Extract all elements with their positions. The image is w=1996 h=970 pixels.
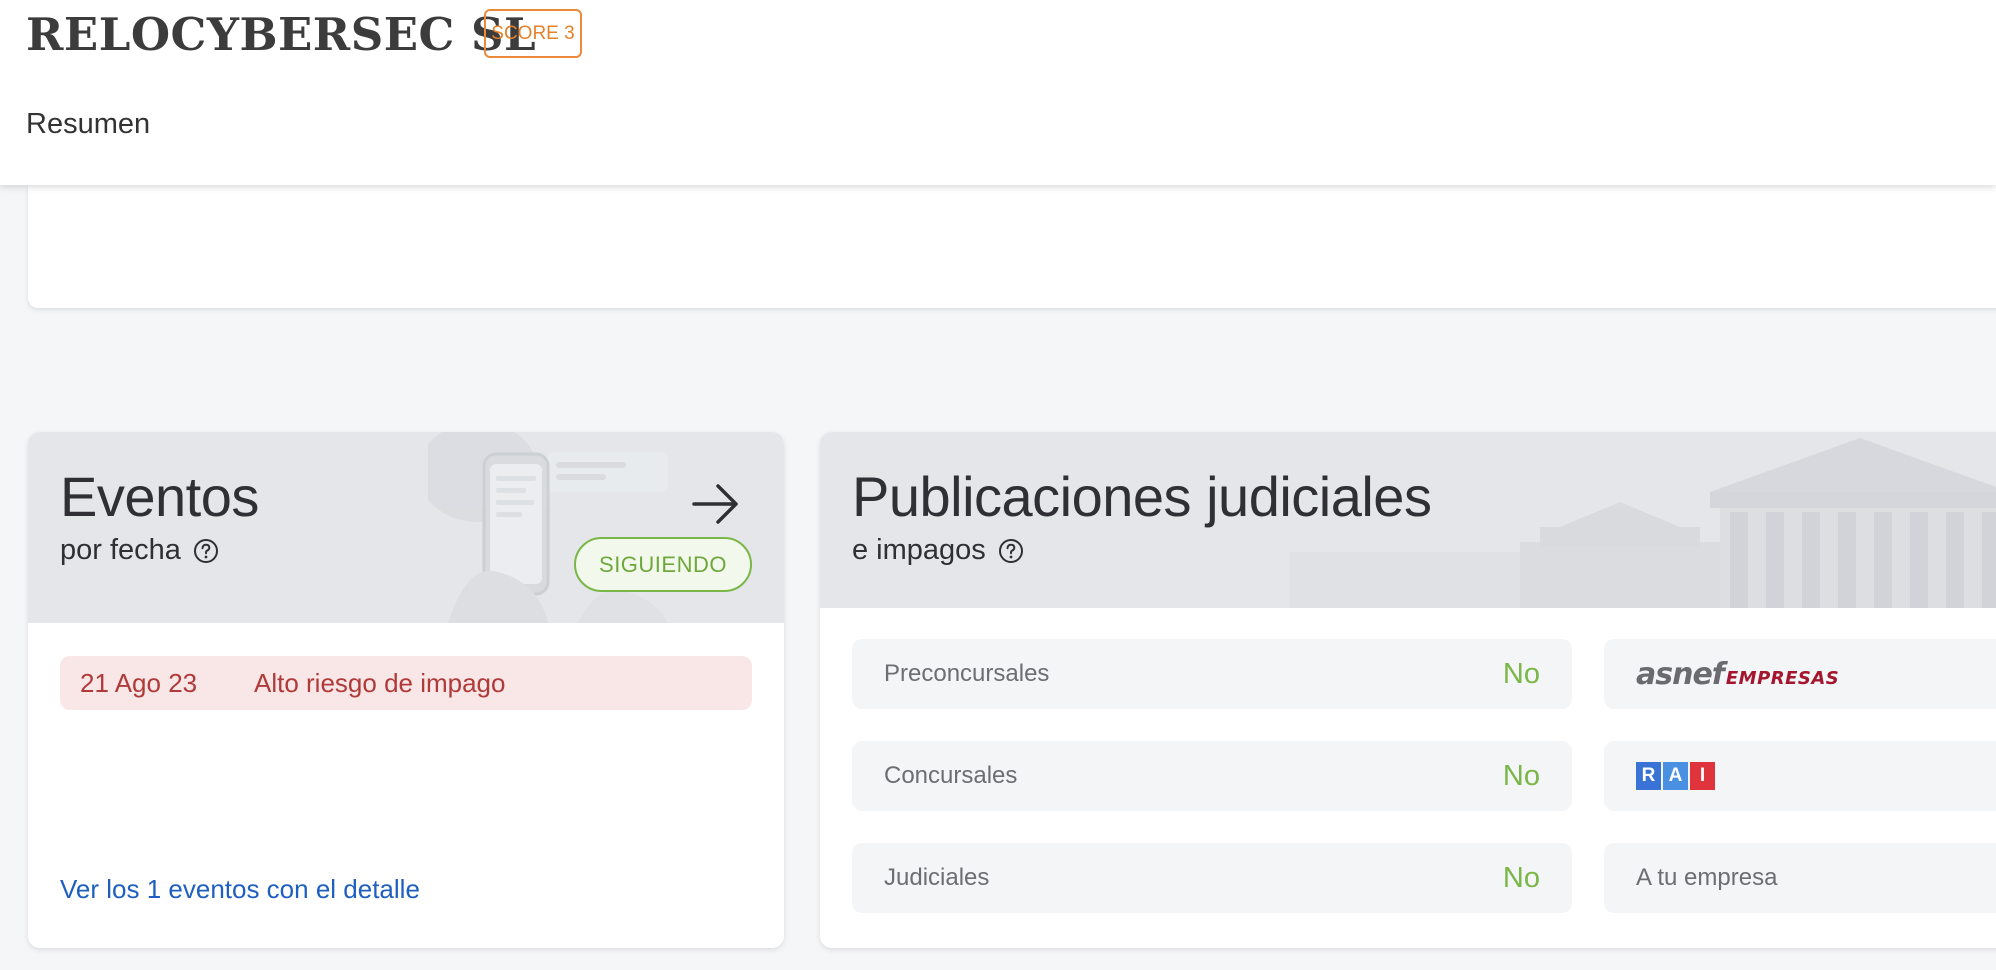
phone-illustration-icon xyxy=(428,432,668,623)
arrow-right-icon[interactable] xyxy=(688,476,744,532)
events-title: Eventos xyxy=(60,465,259,528)
rai-letter-a: A xyxy=(1663,762,1688,790)
company-name: RELOCYBERSEC SL xyxy=(26,8,537,61)
publications-subtitle-row: e impagos xyxy=(852,534,1024,567)
summary-card xyxy=(28,185,1996,308)
concursales-value: No xyxy=(1502,759,1540,792)
rai-row[interactable]: R A I xyxy=(1604,741,1996,811)
asnef-logo: asnef EMPRESAS xyxy=(1636,657,1839,692)
judiciales-value: No xyxy=(1502,861,1540,894)
publications-title: Publicaciones judiciales xyxy=(852,465,1432,528)
event-date: 21 Ago 23 xyxy=(80,667,198,698)
help-circle-icon[interactable] xyxy=(193,538,219,564)
asnef-row[interactable]: asnef EMPRESAS xyxy=(1604,639,1996,709)
company-row[interactable]: A tu empresa xyxy=(1604,843,1996,913)
events-card: Eventos por fecha SIGUIENDO 21 Ago 23 Al… xyxy=(28,432,784,948)
event-text: Alto riesgo de impago xyxy=(254,667,506,698)
events-subtitle-row: por fecha xyxy=(60,534,219,567)
concursales-row[interactable]: Concursales No xyxy=(852,741,1572,811)
page-header: RELOCYBERSEC SL SCORE 3 Resumen xyxy=(0,0,1996,185)
events-detail-link[interactable]: Ver los 1 eventos con el detalle xyxy=(60,874,420,905)
tab-resumen[interactable]: Resumen xyxy=(26,108,150,141)
preconcursales-label: Preconcursales xyxy=(884,660,1050,687)
publications-subtitle: e impagos xyxy=(852,534,986,566)
rai-letter-i: I xyxy=(1690,762,1715,790)
events-subtitle: por fecha xyxy=(60,534,181,566)
asnef-logo-text: asnef xyxy=(1636,656,1725,692)
judiciales-row[interactable]: Judiciales No xyxy=(852,843,1572,913)
preconcursales-value: No xyxy=(1502,657,1540,690)
company-row-label: A tu empresa xyxy=(1636,864,1778,891)
rai-letter-r: R xyxy=(1636,762,1661,790)
concursales-label: Concursales xyxy=(884,762,1018,789)
score-badge: SCORE 3 xyxy=(484,9,582,58)
event-item[interactable]: 21 Ago 23 Alto riesgo de impago xyxy=(60,656,752,710)
asnef-logo-subtext: EMPRESAS xyxy=(1725,667,1840,689)
publications-card: Publicaciones judiciales e impagos Preco… xyxy=(820,432,1996,948)
publications-card-header: Publicaciones judiciales e impagos xyxy=(820,432,1996,608)
events-card-header: Eventos por fecha SIGUIENDO xyxy=(28,432,784,623)
follow-button[interactable]: SIGUIENDO xyxy=(574,537,752,592)
help-circle-icon[interactable] xyxy=(998,538,1024,564)
preconcursales-row[interactable]: Preconcursales No xyxy=(852,639,1572,709)
rai-logo: R A I xyxy=(1636,762,1715,790)
judiciales-label: Judiciales xyxy=(884,864,990,891)
